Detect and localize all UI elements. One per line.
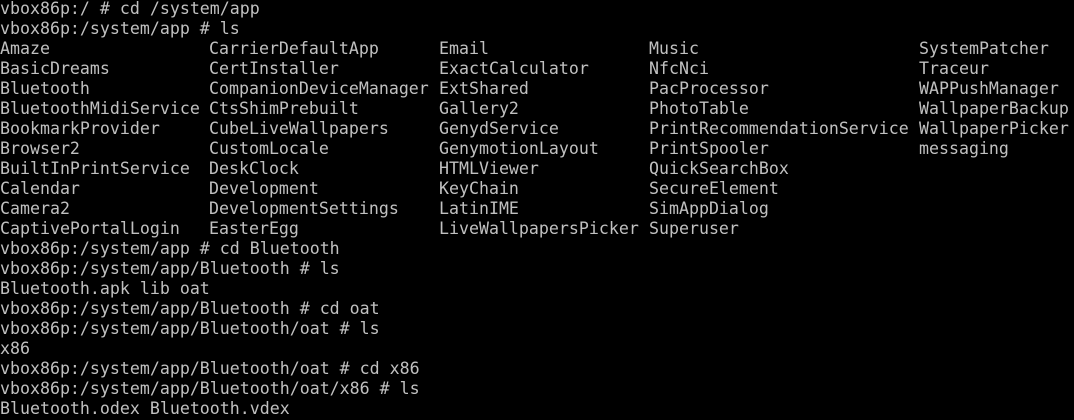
ls-entry: HTMLViewer bbox=[439, 159, 539, 178]
ls-entry: BasicDreams bbox=[0, 59, 110, 78]
ls-entry: CarrierDefaultApp bbox=[209, 39, 379, 58]
ls-entry: LatinIME bbox=[439, 199, 519, 218]
ls-entry: LiveWallpapersPicker bbox=[439, 219, 639, 238]
ls-entry: SystemPatcher bbox=[919, 39, 1049, 58]
terminal-line: vbox86p:/system/app # ls bbox=[0, 19, 240, 38]
ls-entry: BluetoothMidiService bbox=[0, 99, 200, 118]
ls-row: BookmarkProvider CubeLiveWallpapers Geny… bbox=[0, 119, 1074, 139]
ls-entry: CustomLocale bbox=[209, 139, 329, 158]
ls-entry: BuiltInPrintService bbox=[0, 159, 190, 178]
terminal-line: vbox86p:/system/app/Bluetooth # ls bbox=[0, 259, 340, 278]
terminal-line: vbox86p:/system/app/Bluetooth/oat # cd x… bbox=[0, 359, 420, 378]
ls-row: Browser2 CustomLocale GenymotionLayout P… bbox=[0, 139, 1074, 159]
terminal-line: vbox86p:/system/app/Bluetooth/oat/x86 # … bbox=[0, 379, 420, 398]
ls-entry: CubeLiveWallpapers bbox=[209, 119, 389, 138]
ls-entry: DevelopmentSettings bbox=[209, 199, 399, 218]
ls-entry: GenydService bbox=[439, 119, 559, 138]
ls-entry: Music bbox=[649, 39, 699, 58]
ls-entry: WAPPushManager bbox=[919, 79, 1059, 98]
ls-entry: Superuser bbox=[649, 219, 739, 238]
ls-entry: GenymotionLayout bbox=[439, 139, 599, 158]
ls-entry: SecureElement bbox=[649, 179, 779, 198]
ls-entry: CtsShimPrebuilt bbox=[209, 99, 359, 118]
ls-entry: Amaze bbox=[0, 39, 50, 58]
terminal-line: vbox86p:/ # cd /system/app bbox=[0, 0, 260, 18]
ls-entry: PrintRecommendationService bbox=[649, 119, 909, 138]
ls-entry: SimAppDialog bbox=[649, 199, 769, 218]
terminal-line: Bluetooth.odex Bluetooth.vdex bbox=[0, 399, 290, 418]
ls-row: BluetoothMidiService CtsShimPrebuilt Gal… bbox=[0, 99, 1074, 119]
ls-row: CaptivePortalLogin EasterEgg LiveWallpap… bbox=[0, 219, 1074, 239]
ls-entry: WallpaperBackup bbox=[919, 99, 1069, 118]
ls-entry: EasterEgg bbox=[209, 219, 299, 238]
ls-entry: CertInstaller bbox=[209, 59, 339, 78]
terminal-line: vbox86p:/system/app/Bluetooth # cd oat bbox=[0, 299, 380, 318]
ls-entry: Development bbox=[209, 179, 319, 198]
ls-entry: QuickSearchBox bbox=[649, 159, 789, 178]
ls-row: Amaze CarrierDefaultApp Email Music Syst… bbox=[0, 39, 1074, 59]
ls-entry: Browser2 bbox=[0, 139, 80, 158]
ls-row: BuiltInPrintService DeskClock HTMLViewer… bbox=[0, 159, 1074, 179]
ls-entry: Camera2 bbox=[0, 199, 70, 218]
terminal-line: vbox86p:/system/app/Bluetooth/oat # ls bbox=[0, 319, 380, 338]
ls-row: Bluetooth CompanionDeviceManager ExtShar… bbox=[0, 79, 1074, 99]
ls-entry: CaptivePortalLogin bbox=[0, 219, 180, 238]
ls-row: BasicDreams CertInstaller ExactCalculato… bbox=[0, 59, 1074, 79]
ls-entry: ExactCalculator bbox=[439, 59, 589, 78]
terminal-window[interactable]: vbox86p:/ # cd /system/app vbox86p:/syst… bbox=[0, 0, 1074, 420]
ls-entry: CompanionDeviceManager bbox=[209, 79, 429, 98]
ls-entry: NfcNci bbox=[649, 59, 709, 78]
ls-entry: WallpaperPicker bbox=[919, 119, 1069, 138]
ls-row: Camera2 DevelopmentSettings LatinIME Sim… bbox=[0, 199, 1074, 219]
terminal-line: vbox86p:/system/app # cd Bluetooth bbox=[0, 239, 340, 258]
ls-entry: PrintSpooler bbox=[649, 139, 769, 158]
ls-entry: ExtShared bbox=[439, 79, 529, 98]
ls-entry: Calendar bbox=[0, 179, 80, 198]
ls-entry: DeskClock bbox=[209, 159, 299, 178]
ls-entry: Email bbox=[439, 39, 489, 58]
ls-entry: BookmarkProvider bbox=[0, 119, 160, 138]
ls-entry: KeyChain bbox=[439, 179, 519, 198]
ls-entry: Gallery2 bbox=[439, 99, 519, 118]
ls-entry: Traceur bbox=[919, 59, 989, 78]
ls-row: Calendar Development KeyChain SecureElem… bbox=[0, 179, 1074, 199]
ls-entry: PacProcessor bbox=[649, 79, 769, 98]
ls-entry: PhotoTable bbox=[649, 99, 749, 118]
ls-entry: Bluetooth bbox=[0, 79, 90, 98]
ls-entry: messaging bbox=[919, 139, 1009, 158]
terminal-line: x86 bbox=[0, 339, 30, 358]
terminal-line: Bluetooth.apk lib oat bbox=[0, 279, 210, 298]
